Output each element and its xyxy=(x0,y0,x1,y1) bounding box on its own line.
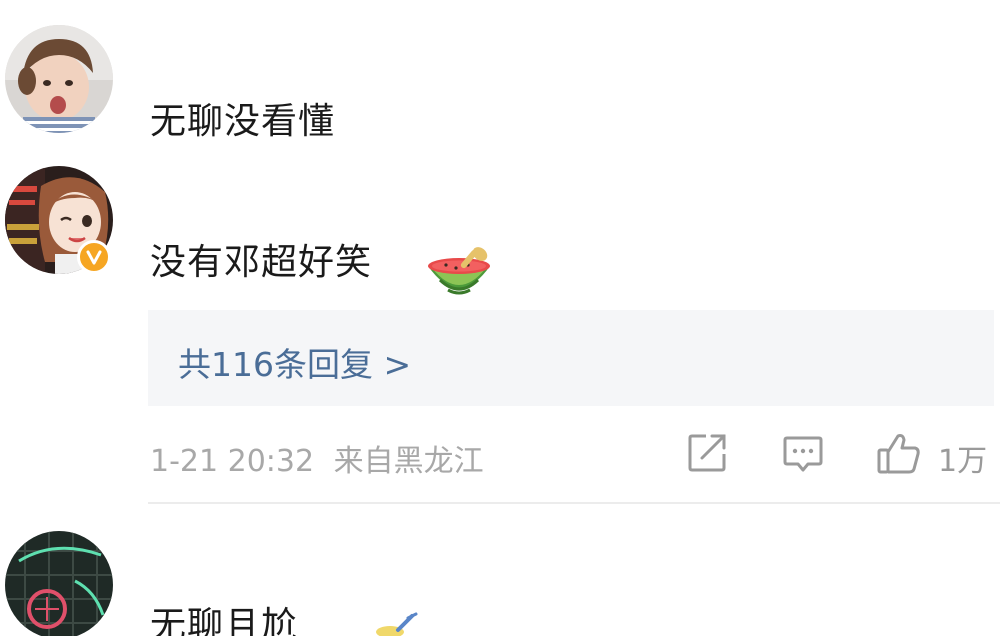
share-icon xyxy=(688,434,726,472)
like-count: 1万 xyxy=(938,444,988,479)
like-button[interactable] xyxy=(876,432,922,476)
comment-button[interactable] xyxy=(782,432,824,476)
emoji-icon xyxy=(372,610,420,636)
comment-icon xyxy=(783,436,823,472)
watermelon-emoji-icon xyxy=(422,246,496,306)
toddler-avatar-icon xyxy=(5,25,113,133)
avatar-comment-3[interactable] xyxy=(5,531,113,636)
timestamp: 1-21 20:32 xyxy=(150,444,315,479)
replies-box[interactable]: 共116条回复 > xyxy=(148,310,994,406)
location: 来自黑龙江 xyxy=(333,444,484,479)
comment-text: 无聊没看懂 xyxy=(150,101,336,142)
like-icon xyxy=(877,434,920,474)
comment-meta: 1-21 20:32 来自黑龙江 xyxy=(150,436,484,480)
verified-badge-icon xyxy=(77,240,111,274)
neon-sign-avatar-icon xyxy=(5,531,113,636)
comment-text: 没有邓超好笑 xyxy=(150,242,373,283)
avatar-comment-1[interactable] xyxy=(5,25,113,133)
view-replies-link[interactable]: 共116条回复 > xyxy=(178,338,411,386)
comment-text: 无聊且尬 xyxy=(150,605,299,636)
share-button[interactable] xyxy=(686,432,728,476)
comment-divider xyxy=(148,502,1000,504)
comment-list: 无聊没看懂 没有邓超好笑 共116条回复 > 1-21 20:32 来自黑龙江 … xyxy=(0,0,1000,636)
